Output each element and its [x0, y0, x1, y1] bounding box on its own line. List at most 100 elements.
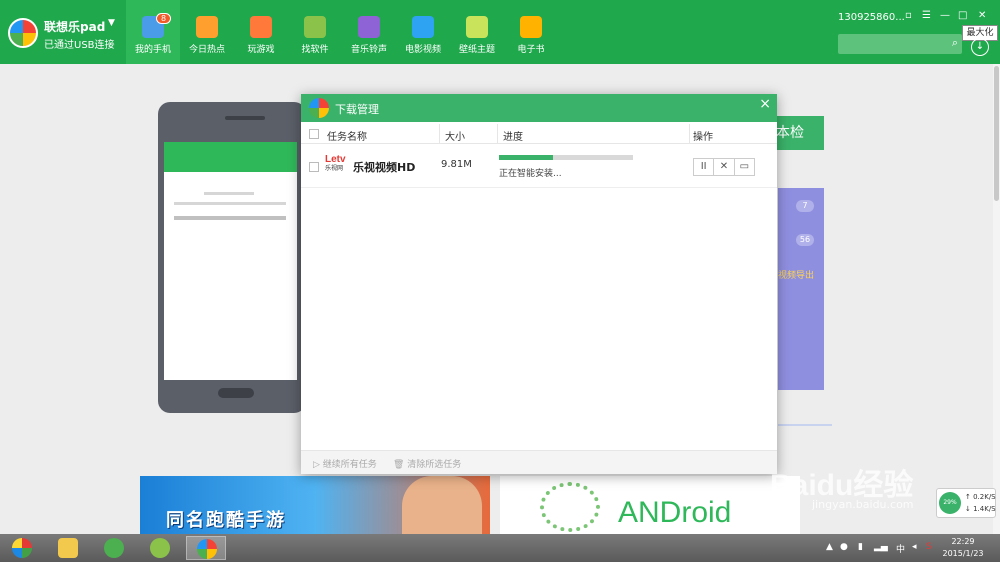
resume-all-label: 继续所有任务 [322, 460, 377, 470]
nav-label: 找软件 [301, 45, 329, 55]
phone-home-button [218, 388, 254, 398]
search-input[interactable]: ⌕ [838, 34, 962, 54]
task-status: 正在智能安装... [499, 169, 562, 179]
chevron-down-icon[interactable]: ▼ [108, 18, 115, 28]
taskbar-lepad[interactable] [186, 536, 226, 560]
watermark-url: jingyan.baidu.com [812, 498, 914, 511]
clear-selected-button[interactable]: 🗑 清除所选任务 [393, 457, 461, 470]
star-icon [196, 16, 218, 38]
cancel-button[interactable]: ✕ [714, 159, 735, 175]
music-note-icon [358, 16, 380, 38]
folder-icon [58, 538, 78, 558]
tray-icon-small[interactable]: ◂ [912, 542, 917, 552]
app-logo [197, 539, 217, 559]
nav-my-phone[interactable]: 8 我的手机 [126, 0, 180, 64]
row-checkbox[interactable] [309, 162, 319, 172]
task-actions: II ✕ ▭ [693, 158, 755, 176]
nav-software[interactable]: 找软件 [288, 0, 342, 64]
dots-logo [540, 482, 600, 532]
nav-label: 玩游戏 [247, 45, 275, 55]
browser-icon [104, 538, 124, 558]
column-divider [497, 124, 498, 144]
clock-time: 22:29 [951, 537, 975, 546]
app-logo [309, 98, 329, 118]
search-icon[interactable]: ⌕ [952, 36, 958, 50]
minimize-button[interactable]: — [940, 10, 950, 21]
nav-wallpaper[interactable]: 壁纸主题 [450, 0, 504, 64]
nav-video[interactable]: 电影视频 [396, 0, 450, 64]
tray-app-icon[interactable]: ● [840, 542, 848, 552]
account-name[interactable]: 130925860... [838, 12, 905, 23]
download-manager-button[interactable]: ↓ [971, 38, 989, 56]
update-badge: 8 [156, 13, 172, 24]
phone-illustration [158, 102, 306, 413]
close-icon[interactable]: × [759, 96, 771, 112]
phone-screen-line [204, 192, 254, 195]
column-divider [439, 124, 440, 144]
gamepad-icon [250, 16, 272, 38]
nav-label: 我的手机 [134, 45, 171, 55]
start-button[interactable] [2, 536, 42, 560]
sogou-icon[interactable]: S [926, 542, 932, 552]
tray-device-icon[interactable]: ▮ [858, 542, 863, 552]
ime-indicator[interactable]: 中 [896, 542, 905, 555]
column-action: 操作 [693, 132, 713, 143]
phone-screen-header [164, 142, 297, 172]
android-ad-banner[interactable]: ANDroid [500, 476, 800, 534]
progress-bar [499, 155, 633, 160]
signal-icon[interactable]: ▂▄ [874, 542, 888, 552]
progress-fill [499, 155, 553, 160]
game-ad-text: 同名跑酷手游 [166, 510, 286, 531]
select-all-checkbox[interactable] [309, 129, 319, 139]
tray-expand-icon[interactable]: ▲ [826, 542, 833, 552]
android-icon [304, 16, 326, 38]
dialog-footer: ▷ 继续所有任务 🗑 清除所选任务 [301, 450, 777, 474]
taskbar-ie[interactable] [94, 536, 134, 560]
upload-value: 0.2K/S [973, 493, 996, 501]
app-logo [8, 18, 38, 48]
ad-character [402, 476, 482, 534]
nav-label: 今日热点 [188, 45, 225, 55]
network-percent: 29% [939, 492, 961, 514]
book-icon [520, 16, 542, 38]
close-button[interactable]: ✕ [978, 10, 986, 21]
start-icon [12, 538, 32, 558]
game-ad-banner[interactable]: 同名跑酷手游 [140, 476, 490, 534]
health-check-button[interactable]: 本检 [774, 116, 824, 150]
table-row[interactable]: Letv 乐视网 乐视视频HD 9.81M 正在智能安装... II ✕ ▭ [301, 146, 777, 188]
pause-button[interactable]: II [694, 159, 715, 175]
open-folder-button[interactable]: ▭ [735, 159, 754, 175]
device-selector[interactable]: 联想乐pad ▼ 已通过USB连接 [8, 14, 126, 54]
dialog-title-bar[interactable]: 下载管理 × [301, 94, 777, 122]
maximize-button[interactable]: □ [958, 10, 967, 21]
phone-speaker [225, 116, 265, 120]
clock-date: 2015/1/23 [942, 549, 984, 558]
nav-games[interactable]: 玩游戏 [234, 0, 288, 64]
letv-app-icon: Letv 乐视网 [325, 154, 346, 172]
main-nav: 8 我的手机 今日热点 玩游戏 找软件 音乐铃声 电影视频 壁纸主题 电子书 [126, 0, 558, 64]
scrollbar-thumb[interactable] [994, 66, 999, 201]
nav-ebook[interactable]: 电子书 [504, 0, 558, 64]
network-speed-widget[interactable]: 29% ↑ 0.2K/S ↓ 1.4K/S [936, 488, 996, 518]
nav-music[interactable]: 音乐铃声 [342, 0, 396, 64]
column-size: 大小 [445, 132, 465, 143]
nav-label: 壁纸主题 [458, 45, 495, 55]
device-name: 联想乐pad [44, 20, 106, 34]
connection-status: 已通过USB连接 [44, 40, 115, 51]
scrollbar[interactable] [993, 64, 1000, 534]
menu-icon[interactable]: ☰ [922, 10, 931, 21]
taskbar-360[interactable] [140, 536, 180, 560]
nav-today-hot[interactable]: 今日热点 [180, 0, 234, 64]
device-info-panel: 7 56 视频导出 [778, 188, 824, 390]
clock[interactable]: 22:29 2015/1/23 [940, 536, 986, 560]
video-export-link[interactable]: 视频导出 [778, 268, 814, 281]
upload-speed: ↑ 0.2K/S [965, 493, 996, 501]
phone-screen-button [174, 216, 286, 220]
count-badge: 56 [796, 234, 814, 246]
taskbar-explorer[interactable] [48, 536, 88, 560]
clear-selected-label: 清除所选任务 [407, 460, 462, 470]
table-header: 任务名称 大小 进度 操作 [301, 124, 777, 144]
message-icon[interactable]: ▫ [905, 10, 912, 21]
resume-all-button[interactable]: ▷ 继续所有任务 [313, 457, 377, 470]
nav-label: 电子书 [517, 45, 545, 55]
